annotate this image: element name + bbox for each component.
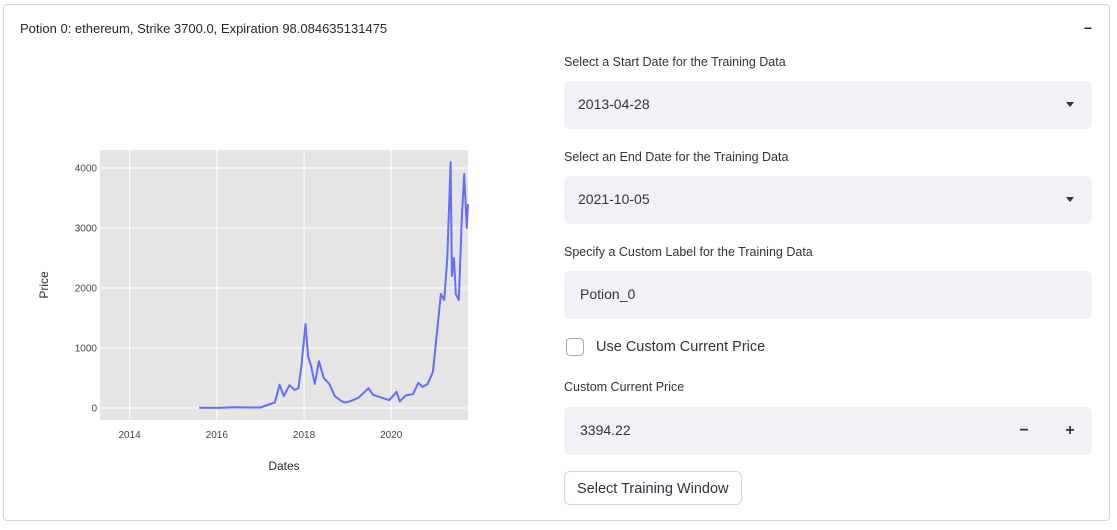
use-custom-price-label[interactable]: Use Custom Current Price (596, 339, 765, 355)
end-date-select[interactable]: 2021-10-05 (564, 176, 1092, 224)
custom-price-value[interactable]: 3394.22 (580, 422, 631, 438)
x-tick-label: 2020 (380, 430, 403, 441)
y-tick-label: 3000 (75, 224, 98, 235)
select-training-window-button[interactable]: Select Training Window (564, 471, 742, 505)
price-chart-svg: 2014 2016 2018 2020 0 1000 2000 3000 4000 Dates Pr… (37, 150, 469, 473)
chevron-down-icon (1066, 197, 1074, 202)
x-tick-label: 2014 (118, 430, 141, 441)
start-date-select[interactable]: 2013-04-28 (564, 81, 1092, 129)
custom-label-label: Specify a Custom Label for the Training … (564, 245, 813, 259)
custom-price-label: Custom Current Price (564, 380, 685, 394)
use-custom-price-checkbox[interactable] (566, 338, 584, 356)
custom-label-value: Potion_0 (580, 286, 636, 302)
plot-background (100, 150, 468, 420)
increment-button[interactable]: + (1048, 407, 1092, 455)
custom-price-number-input[interactable]: 3394.22 − + (564, 407, 1092, 455)
y-tick-label: 2000 (75, 284, 98, 295)
start-date-label: Select a Start Date for the Training Dat… (564, 55, 786, 69)
y-tick-label: 0 (91, 404, 97, 415)
chevron-down-icon (1066, 102, 1074, 107)
y-axis-title: Price (37, 271, 51, 299)
end-date-value: 2021-10-05 (578, 191, 650, 207)
decrement-button[interactable]: − (1002, 407, 1046, 455)
expander-title[interactable]: Potion 0: ethereum, Strike 3700.0, Expir… (20, 21, 387, 36)
start-date-value: 2013-04-28 (578, 96, 650, 112)
x-axis-title: Dates (268, 459, 299, 473)
price-chart: 2014 2016 2018 2020 0 1000 2000 3000 4000 Dates Pr… (30, 140, 480, 480)
collapse-icon[interactable]: − (1079, 19, 1097, 37)
y-tick-label: 1000 (75, 344, 98, 355)
y-tick-label: 4000 (75, 164, 98, 175)
custom-label-input[interactable]: Potion_0 (564, 271, 1092, 319)
x-tick-label: 2018 (293, 430, 316, 441)
x-tick-label: 2016 (206, 430, 229, 441)
end-date-label: Select an End Date for the Training Data (564, 150, 789, 164)
expander-header[interactable]: Potion 0: ethereum, Strike 3700.0, Expir… (4, 5, 1109, 51)
